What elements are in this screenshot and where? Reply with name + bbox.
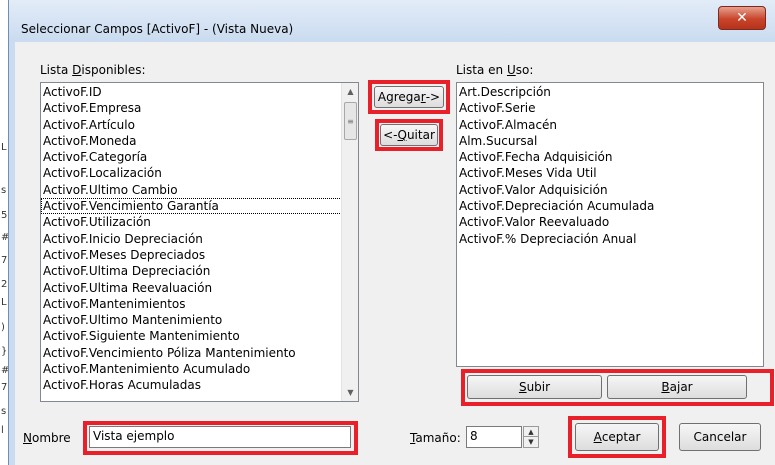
name-input-highlight <box>83 421 358 455</box>
available-list-scrollbar[interactable]: ▲ ≡ ▼ <box>341 83 358 401</box>
size-input[interactable]: 8 <box>466 426 522 448</box>
dialog-client-area: Lista Disponibles: ActivoF.ID ActivoF.Emp… <box>15 42 775 465</box>
scroll-up-icon[interactable]: ▲ <box>342 83 358 100</box>
move-buttons-highlight <box>461 369 774 406</box>
list-item[interactable]: ActivoF.Mantenimientos <box>41 296 358 312</box>
list-item[interactable]: ActivoF.Vencimiento Garantía <box>41 198 358 215</box>
spin-up-icon[interactable]: ▲ <box>524 427 538 437</box>
available-list-label: Lista Disponibles: <box>40 63 146 77</box>
list-item[interactable]: ActivoF.Horas Acumuladas <box>41 377 358 393</box>
remove-button-highlight <box>375 119 443 151</box>
dialog-window: Seleccionar Campos [ActivoF] - (Vista Nu… <box>8 0 775 465</box>
list-item[interactable]: ActivoF.ID <box>41 84 358 100</box>
list-item[interactable]: ActivoF.Almacén <box>457 117 763 133</box>
close-icon: ✕ <box>736 10 748 26</box>
list-item[interactable]: ActivoF.Depreciación Acumulada <box>457 198 763 214</box>
list-item[interactable]: ActivoF.Ultima Reevaluación <box>41 280 358 296</box>
list-item[interactable]: ActivoF.Serie <box>457 100 763 116</box>
accept-button-highlight <box>568 416 666 458</box>
title-bar[interactable]: Seleccionar Campos [ActivoF] - (Vista Nu… <box>9 0 775 40</box>
in-use-list[interactable]: Art.Descripción ActivoF.Serie ActivoF.Alma… <box>456 82 764 367</box>
list-item[interactable]: ActivoF.Mantenimiento Acumulado <box>41 361 358 377</box>
scroll-thumb[interactable]: ≡ <box>344 102 357 140</box>
list-item[interactable]: ActivoF.Ultima Depreciación <box>41 263 358 279</box>
scroll-down-icon[interactable]: ▼ <box>342 384 358 401</box>
list-item[interactable]: ActivoF.Empresa <box>41 100 358 116</box>
list-item[interactable]: ActivoF.Inicio Depreciación <box>41 231 358 247</box>
size-label: Tamaño: <box>410 431 461 445</box>
list-item[interactable]: ActivoF.Valor Adquisición <box>457 182 763 198</box>
list-item[interactable]: ActivoF.Ultimo Mantenimiento <box>41 312 358 328</box>
available-list[interactable]: ActivoF.ID ActivoF.Empresa ActivoF.Artícul… <box>40 82 359 402</box>
list-item[interactable]: ActivoF.Ultimo Cambio <box>41 182 358 198</box>
list-item[interactable]: ActivoF.Vencimiento Póliza Mantenimiento <box>41 345 358 361</box>
window-title: Seleccionar Campos [ActivoF] - (Vista Nu… <box>21 22 294 36</box>
list-item[interactable]: ActivoF.Categoría <box>41 149 358 165</box>
list-item[interactable]: ActivoF.Fecha Adquisición <box>457 149 763 165</box>
list-item[interactable]: ActivoF.Valor Reevaluado <box>457 214 763 230</box>
in-use-list-label: Lista en Uso: <box>456 63 534 77</box>
close-button[interactable]: ✕ <box>718 6 766 30</box>
list-item[interactable]: Art.Descripción <box>457 84 763 100</box>
list-item[interactable]: ActivoF.Localización <box>41 165 358 181</box>
list-item[interactable]: ActivoF.Siguiente Mantenimiento <box>41 328 358 344</box>
list-item[interactable]: ActivoF.% Depreciación Anual <box>457 231 763 247</box>
list-item[interactable]: ActivoF.Utilización <box>41 214 358 230</box>
list-item[interactable]: ActivoF.Meses Vida Util <box>457 165 763 181</box>
size-stepper[interactable]: ▲ ▼ <box>523 426 539 448</box>
name-label: Nombre <box>23 431 71 445</box>
list-item[interactable]: ActivoF.Moneda <box>41 133 358 149</box>
list-item[interactable]: ActivoF.Artículo <box>41 117 358 133</box>
list-item[interactable]: ActivoF.Meses Depreciados <box>41 247 358 263</box>
add-button-highlight <box>368 80 450 114</box>
cancel-button[interactable]: Cancelar <box>679 423 761 451</box>
list-item[interactable]: Alm.Sucursal <box>457 133 763 149</box>
spin-down-icon[interactable]: ▼ <box>524 437 538 447</box>
